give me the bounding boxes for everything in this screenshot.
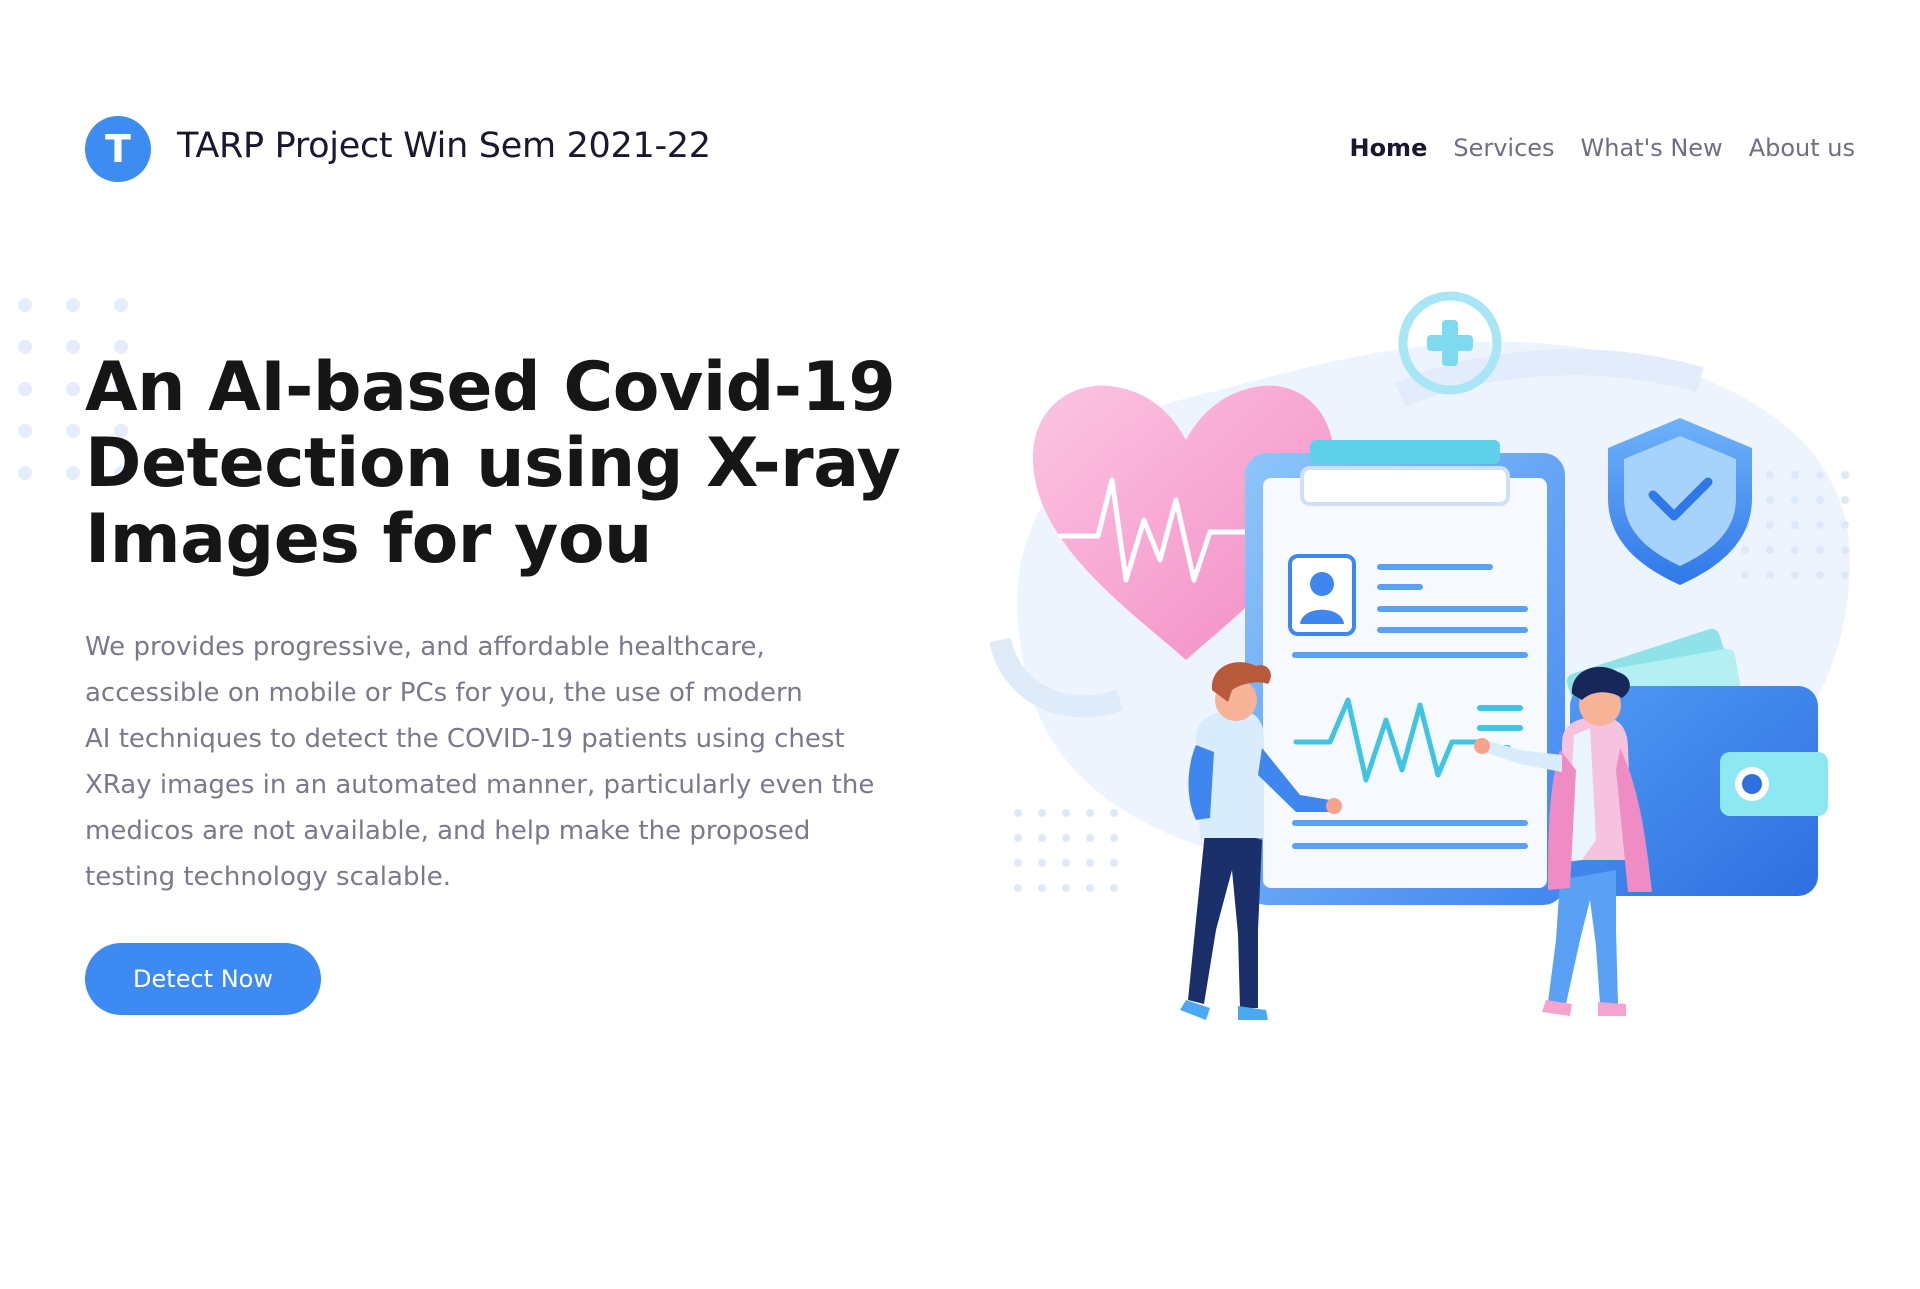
illustration-dot-grid-left (1014, 809, 1118, 892)
hero-description-line: testing technology scalable. (85, 862, 451, 892)
main-nav: Home Services What's New About us (1349, 134, 1855, 162)
nav-whats-new[interactable]: What's New (1581, 134, 1723, 162)
patient-profile-icon (1288, 554, 1356, 636)
hero-description: We provides progressive, and affordable … (85, 624, 965, 900)
detect-now-button[interactable]: Detect Now (85, 943, 321, 1015)
healthcare-illustration (990, 291, 1850, 1020)
hero-description-line: medicos are not available, and help make… (85, 816, 811, 846)
hero-title-line: Images for you (85, 500, 652, 579)
hero-title-line: An AI-based Covid-19 (85, 348, 896, 427)
hero-description-line: XRay images in an automated manner, part… (85, 770, 875, 800)
site-header: T TARP Project Win Sem 2021-22 Home Serv… (85, 112, 1855, 188)
logo-icon[interactable]: T (85, 116, 151, 182)
site-title[interactable]: TARP Project Win Sem 2021-22 (177, 126, 711, 166)
hero-title: An AI-based Covid-19 Detection using X-ra… (85, 350, 985, 578)
nav-about-us[interactable]: About us (1749, 134, 1855, 162)
hero-description-line: AI techniques to detect the COVID-19 pat… (85, 724, 845, 754)
hero-description-line: accessible on mobile or PCs for you, the… (85, 678, 803, 708)
nav-home[interactable]: Home (1349, 134, 1427, 162)
clipboard-icon (1245, 440, 1565, 905)
nav-services[interactable]: Services (1453, 134, 1554, 162)
hero-title-line: Detection using X-ray (85, 424, 901, 503)
hero-description-line: We provides progressive, and affordable … (85, 632, 765, 662)
